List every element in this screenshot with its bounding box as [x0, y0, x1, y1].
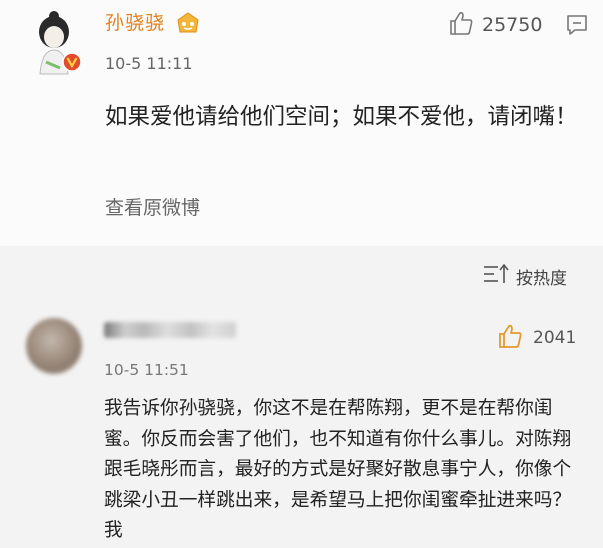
sort-label: 按热度 — [516, 268, 567, 289]
verified-badge — [62, 52, 82, 76]
author-name[interactable]: 孙骁骁 — [105, 8, 165, 35]
post-like-button[interactable]: 25750 — [448, 12, 542, 38]
comment-time: 10-5 11:51 — [104, 361, 189, 379]
vip-badge-icon — [175, 10, 201, 34]
view-original-link[interactable]: 查看原微博 — [105, 193, 200, 220]
commenter-avatar[interactable] — [26, 318, 82, 374]
post-card: 孙骁骁 25750 10-5 11:11 如果爱他请给他们空间；如果不爱他，请闭… — [0, 0, 603, 246]
thumbs-up-icon — [448, 10, 474, 40]
commenter-name-blurred[interactable] — [104, 322, 236, 338]
post-like-count: 25750 — [482, 14, 543, 36]
comment-like-count: 2041 — [533, 328, 577, 348]
author-avatar[interactable] — [26, 10, 88, 78]
comment-like-button[interactable]: 2041 — [497, 324, 576, 352]
thumbs-up-icon — [497, 323, 523, 353]
sort-icon — [482, 262, 512, 290]
comment-icon[interactable] — [565, 13, 589, 37]
post-time: 10-5 11:11 — [105, 54, 193, 73]
comment-text: 我告诉你孙骁骁，你这不是在帮陈翔，更不是在帮你闺蜜。你反而会害了他们，也不知道有… — [104, 398, 572, 541]
sort-toggle[interactable]: 按热度 — [482, 262, 567, 290]
post-text: 如果爱他请给他们空间；如果不爱他，请闭嘴！ — [105, 104, 578, 130]
